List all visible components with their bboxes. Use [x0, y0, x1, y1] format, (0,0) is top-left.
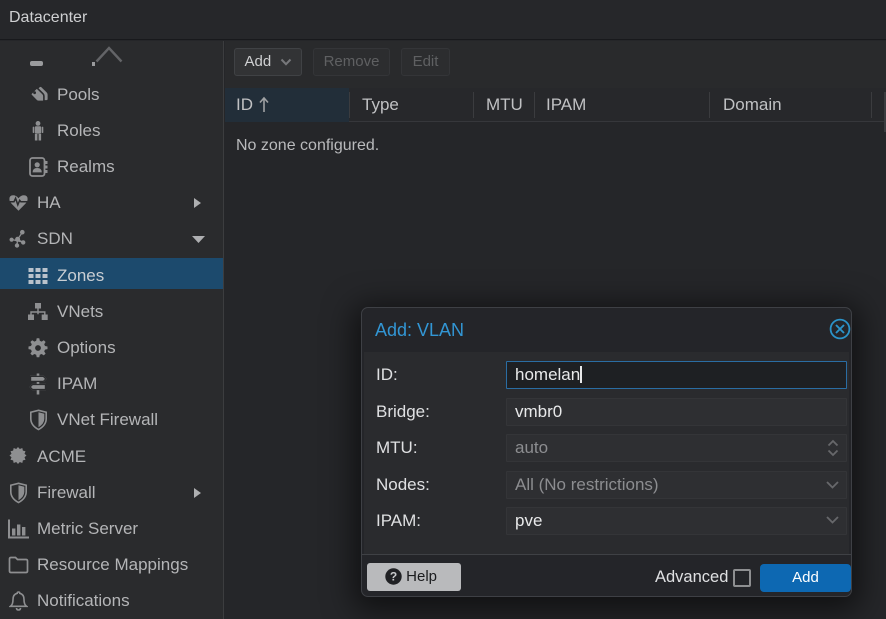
svg-text:?: ?	[390, 569, 397, 583]
